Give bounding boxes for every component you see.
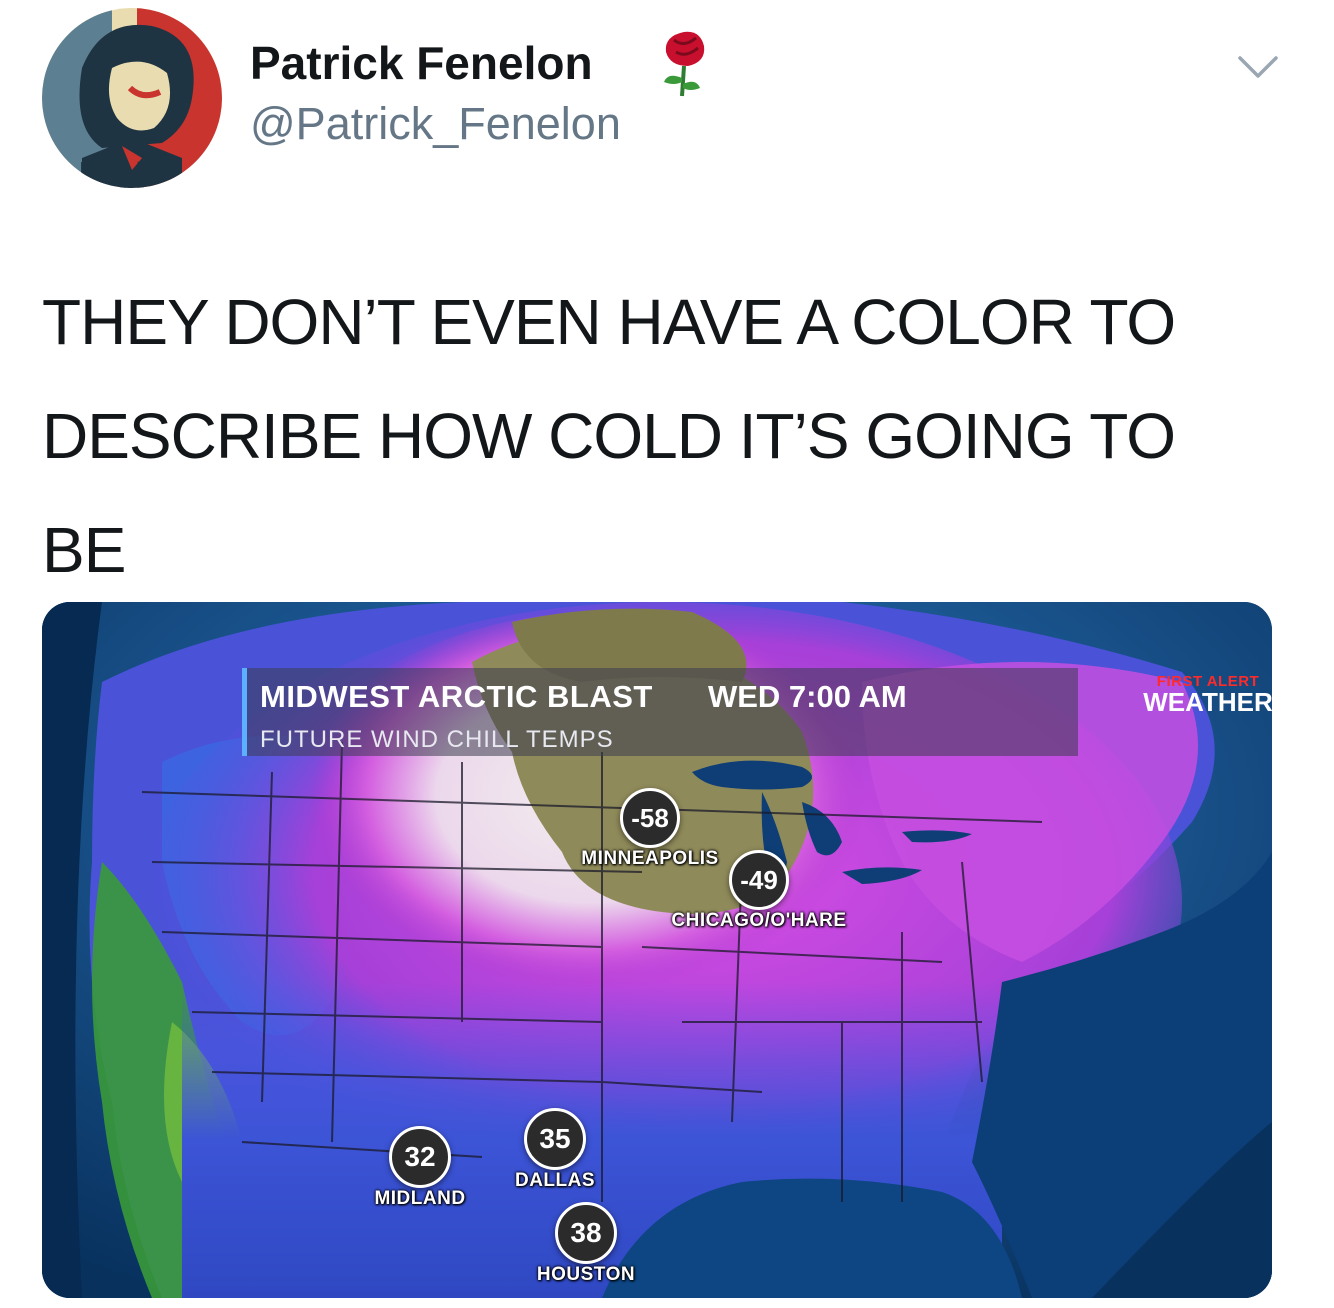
avatar-text: IOP	[78, 152, 169, 188]
banner-accent-bar	[242, 668, 247, 756]
city-label: HOUSTON	[536, 1264, 636, 1285]
rose-icon	[664, 31, 705, 97]
city-value-badge: 35	[524, 1108, 586, 1170]
weather-subtitle: FUTURE WIND CHILL TEMPS	[260, 726, 614, 753]
city-value-badge: 32	[389, 1126, 451, 1188]
first-alert-weather-logo: FIRST ALERT WEATHER	[1140, 674, 1272, 715]
city-marker-chicago: -49 CHICAGO/O'HARE	[654, 850, 864, 932]
city-label: MIDLAND	[374, 1188, 466, 1209]
author-handle[interactable]: @Patrick_Fenelon	[250, 98, 621, 150]
avatar-image: IOP	[42, 8, 222, 188]
avatar[interactable]: IOP	[42, 8, 222, 188]
city-marker-dallas: 35 DALLAS	[500, 1108, 610, 1192]
tweet-media-weather-map[interactable]: MIDWEST ARCTIC BLAST WED 7:00 AM FUTURE …	[42, 602, 1272, 1298]
tweet-text-line: DESCRIBE HOW COLD IT’S GOING TO	[42, 400, 1176, 472]
tweet-text: THEY DON’T EVEN HAVE A COLOR TO DESCRIBE…	[42, 265, 1302, 607]
weather-time: WED 7:00 AM	[708, 679, 907, 714]
tweet-text-line: THEY DON’T EVEN HAVE A COLOR TO	[42, 286, 1176, 358]
city-value-badge: -58	[620, 788, 680, 848]
weather-title: MIDWEST ARCTIC BLAST	[260, 679, 653, 714]
city-label: DALLAS	[514, 1170, 596, 1191]
tweet-text-line: BE	[42, 514, 126, 586]
weather-banner: MIDWEST ARCTIC BLAST WED 7:00 AM FUTURE …	[242, 668, 1272, 756]
city-label: CHICAGO/O'HARE	[671, 910, 847, 931]
brand-bottom: WEATHER	[1143, 687, 1272, 717]
city-value-badge: -49	[729, 850, 789, 910]
city-marker-midland: 32 MIDLAND	[360, 1126, 480, 1210]
chevron-down-icon[interactable]	[1236, 52, 1280, 82]
city-marker-houston: 38 HOUSTON	[526, 1202, 646, 1286]
city-value-badge: 38	[555, 1202, 617, 1264]
author-name[interactable]: Patrick Fenelon	[250, 36, 593, 90]
